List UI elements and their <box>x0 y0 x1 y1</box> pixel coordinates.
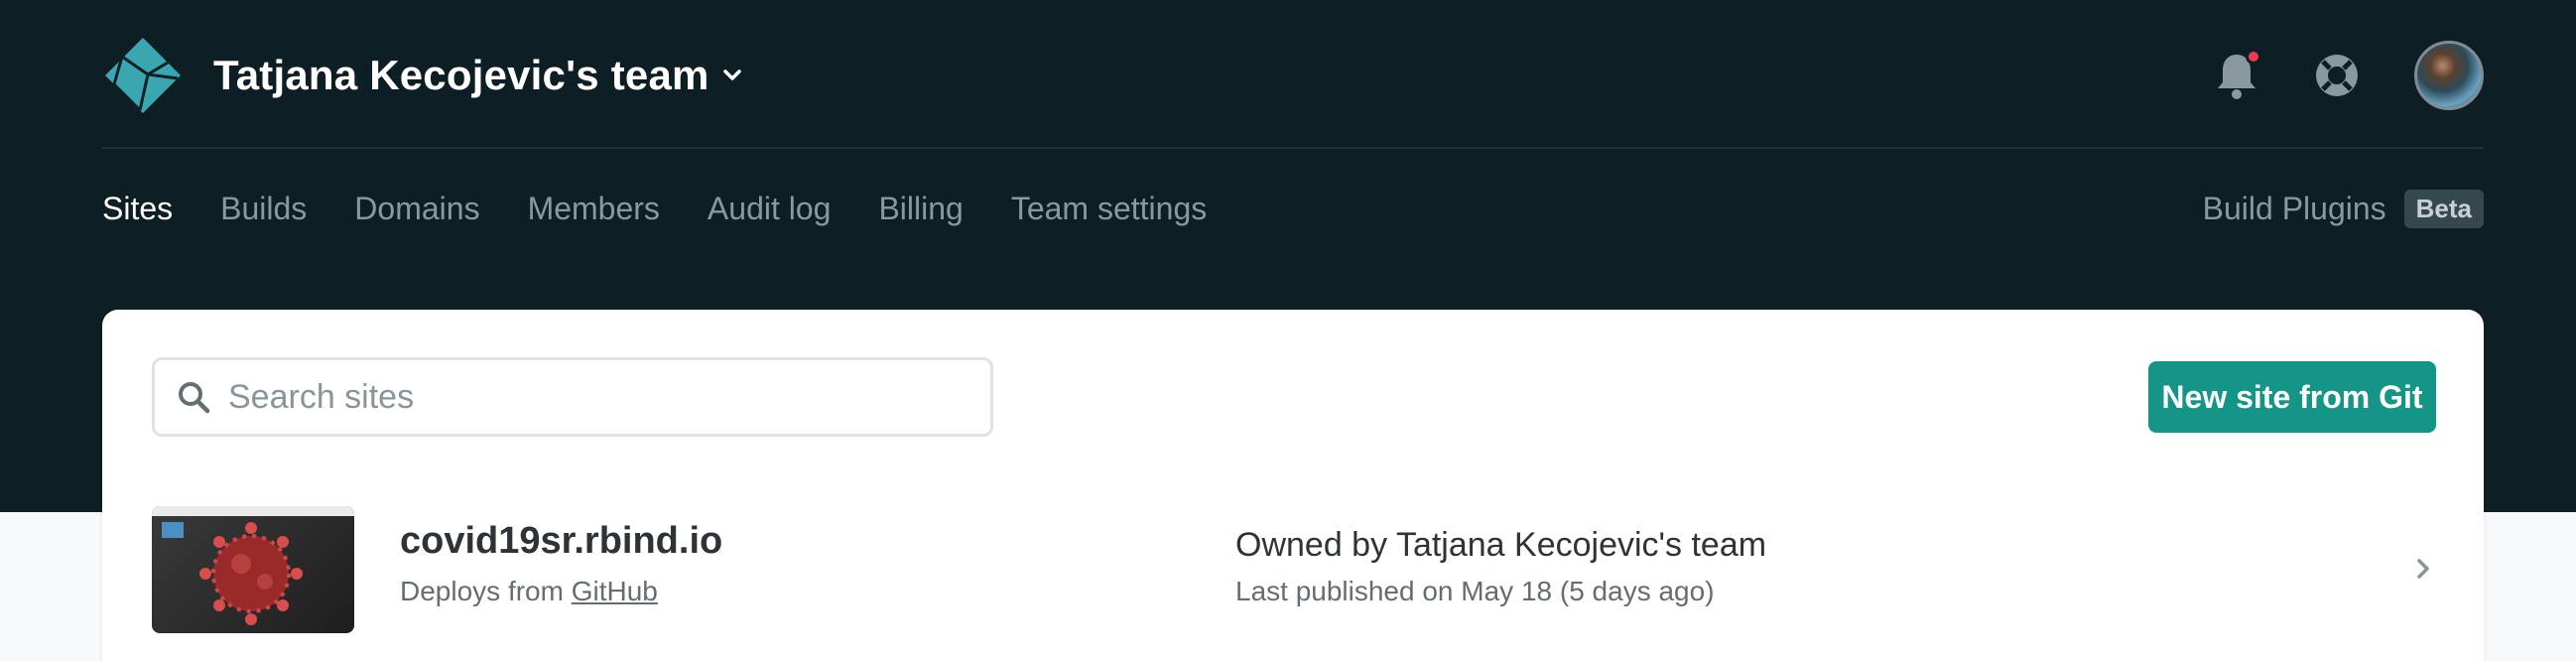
build-plugins-link[interactable]: Build Plugins Beta <box>2203 179 2484 238</box>
header-actions <box>2214 36 2484 115</box>
nav-tab-audit-log[interactable]: Audit log <box>708 191 832 227</box>
owned-prefix: Owned by <box>1235 526 1388 564</box>
team-switcher[interactable]: Tatjana Kecojevic's team <box>213 52 743 99</box>
nav-tab-domains[interactable]: Domains <box>354 191 479 227</box>
nav-tab-team-settings[interactable]: Team settings <box>1011 191 1207 227</box>
nav-tab-builds[interactable]: Builds <box>220 191 307 227</box>
site-deploy-source: Deploys from GitHub <box>400 576 658 607</box>
owner-name: Tatjana Kecojevic's team <box>1395 526 1767 564</box>
notifications-button[interactable] <box>2214 49 2261 100</box>
team-name: Tatjana Kecojevic's team <box>213 52 709 98</box>
nav-tab-sites[interactable]: Sites <box>102 191 173 227</box>
site-name[interactable]: covid19sr.rbind.io <box>400 520 722 563</box>
nav-tab-members[interactable]: Members <box>528 191 660 227</box>
site-row[interactable]: covid19sr.rbind.io Deploys from GitHub O… <box>152 506 2434 635</box>
deploys-prefix: Deploys from <box>400 576 564 606</box>
netlify-logo-icon[interactable] <box>102 35 184 116</box>
notification-dot <box>2246 49 2261 65</box>
last-published: Last published on May 18 (5 days ago) <box>1235 576 1715 606</box>
chevron-down-icon <box>722 69 741 80</box>
chevron-right-icon[interactable] <box>2412 556 2434 582</box>
beta-badge: Beta <box>2403 189 2484 228</box>
build-plugins-label: Build Plugins <box>2202 190 2386 226</box>
new-site-from-git-button[interactable]: New site from Git <box>2148 361 2436 433</box>
site-thumbnail <box>152 506 354 633</box>
nav-tab-billing[interactable]: Billing <box>878 191 963 227</box>
avatar[interactable] <box>2414 41 2484 110</box>
search-icon <box>179 382 210 414</box>
virus-image-icon <box>162 522 303 625</box>
site-owner: Owned by Tatjana Kecojevic's team <box>1235 526 1766 565</box>
top-header: Tatjana Kecojevic's team <box>102 36 2484 115</box>
sites-card: Search sites New site from Git covid19sr… <box>102 310 2484 661</box>
header-divider <box>102 147 2484 149</box>
search-input[interactable]: Search sites <box>152 357 993 437</box>
search-placeholder: Search sites <box>228 377 415 416</box>
team-nav: Sites Builds Domains Members Audit log B… <box>102 179 2484 238</box>
lifebuoy-icon[interactable] <box>2314 53 2360 98</box>
github-link[interactable]: GitHub <box>572 576 658 606</box>
